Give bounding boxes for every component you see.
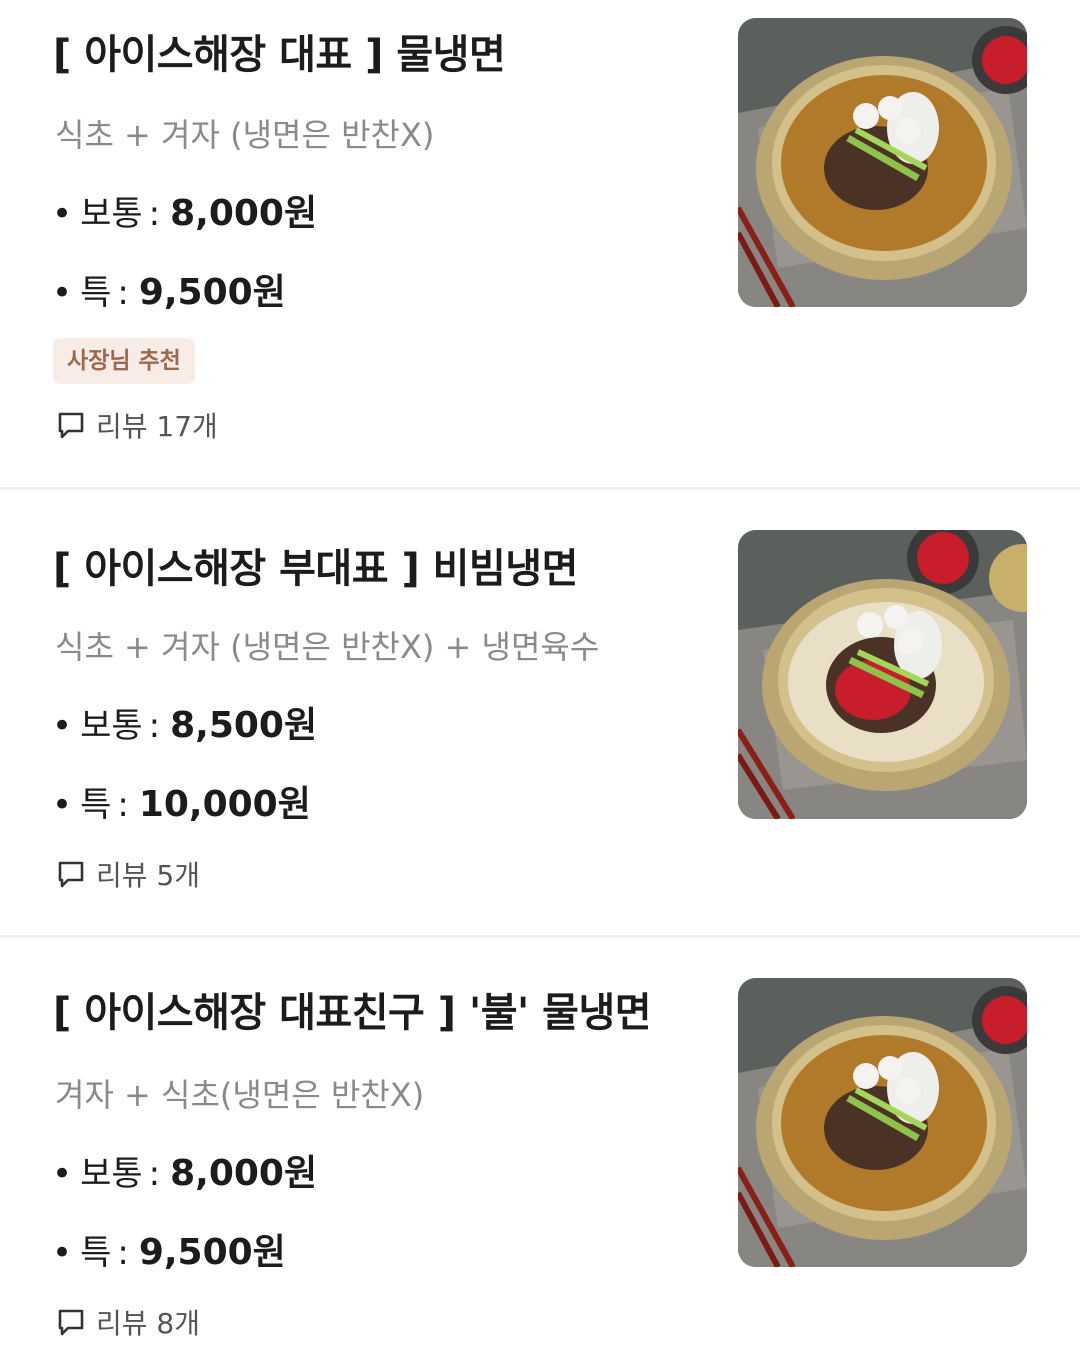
price-label: 보통 (80, 1154, 143, 1194)
review-count-label: 리뷰 17개 (96, 410, 218, 443)
review-count[interactable]: 리뷰 17개 (56, 405, 218, 445)
menu-item-photo[interactable] (738, 530, 1027, 819)
menu-item-description: 겨자 + 식초(냉면은 반찬X) (55, 1076, 425, 1114)
recommended-badge: 사장님 추천 (53, 338, 195, 384)
menu-item[interactable]: [ 아이스해장 대표 ] 물냉면 식초 + 겨자 (냉면은 반찬X) • 보통 … (0, 0, 1080, 487)
menu-item-description: 식초 + 겨자 (냉면은 반찬X) + 냉면육수 (55, 628, 600, 666)
speech-bubble-icon (56, 410, 86, 440)
price-label: 특 (80, 273, 112, 313)
price-row-regular: • 보통 : 8,000원 (52, 1144, 317, 1196)
price-value: 8,500원 (170, 705, 318, 746)
price-row-regular: • 보통 : 8,000원 (52, 184, 317, 236)
price-separator: : (117, 273, 129, 313)
price-row-regular: • 보통 : 8,500원 (52, 696, 317, 748)
price-value: 9,500원 (138, 1232, 286, 1273)
review-count-label: 리뷰 5개 (96, 859, 200, 892)
review-count[interactable]: 리뷰 8개 (56, 1302, 200, 1342)
bullet: • (52, 194, 73, 234)
menu-item-photo[interactable] (738, 978, 1027, 1267)
price-separator: : (148, 1154, 161, 1194)
price-row-large: • 특 : 9,500원 (52, 1223, 286, 1275)
price-row-large: • 특 : 9,500원 (52, 263, 286, 315)
price-label: 특 (80, 1233, 112, 1273)
price-value: 8,000원 (170, 193, 318, 234)
menu-item[interactable]: [ 아이스해장 대표친구 ] '불' 물냉면 겨자 + 식초(냉면은 반찬X) … (0, 935, 1080, 1354)
menu-item-photo[interactable] (738, 18, 1027, 307)
bullet: • (52, 1233, 73, 1273)
speech-bubble-icon (56, 1307, 86, 1337)
menu-item-title: [ 아이스해장 부대표 ] 비빔냉면 (53, 546, 578, 592)
menu-item-title: [ 아이스해장 대표 ] 물냉면 (53, 32, 506, 78)
price-label: 보통 (80, 706, 143, 746)
bullet: • (52, 706, 73, 746)
review-count[interactable]: 리뷰 5개 (56, 854, 200, 894)
review-count-label: 리뷰 8개 (96, 1307, 200, 1340)
price-separator: : (117, 785, 129, 825)
menu-item-title: [ 아이스해장 대표친구 ] '불' 물냉면 (53, 990, 652, 1036)
speech-bubble-icon (56, 859, 86, 889)
bullet: • (52, 273, 73, 313)
price-value: 8,000원 (170, 1153, 318, 1194)
price-value: 10,000원 (138, 784, 311, 825)
price-row-large: • 특 : 10,000원 (52, 775, 311, 827)
price-label: 보통 (80, 194, 143, 234)
price-separator: : (117, 1233, 129, 1273)
price-separator: : (148, 706, 161, 746)
price-value: 9,500원 (138, 272, 286, 313)
bullet: • (52, 785, 73, 825)
bullet: • (52, 1154, 73, 1194)
menu-item[interactable]: [ 아이스해장 부대표 ] 비빔냉면 식초 + 겨자 (냉면은 반찬X) + 냉… (0, 487, 1080, 935)
price-label: 특 (80, 785, 112, 825)
price-separator: : (148, 194, 161, 234)
menu-item-description: 식초 + 겨자 (냉면은 반찬X) (55, 116, 435, 154)
